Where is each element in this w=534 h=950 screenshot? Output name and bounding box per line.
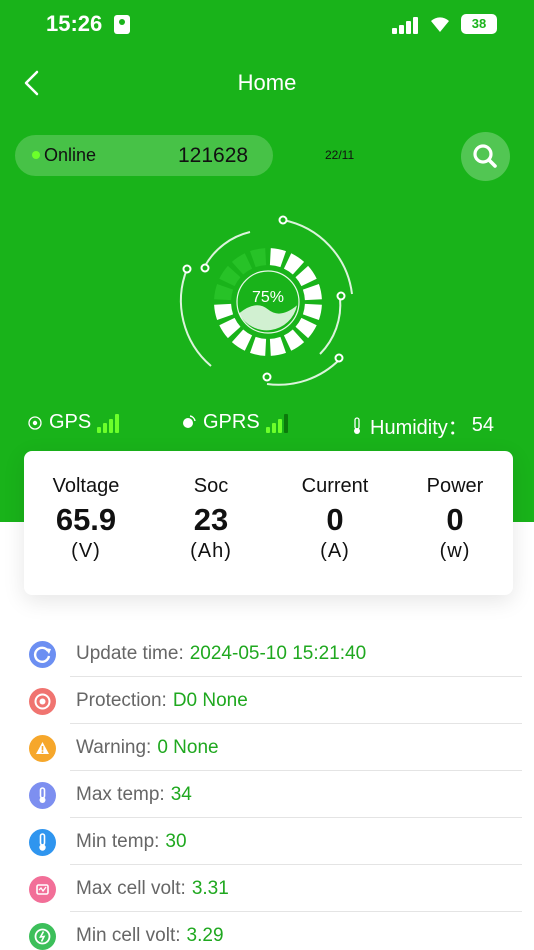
- contact-card-icon: [114, 15, 130, 34]
- gauge-segment: [231, 329, 253, 351]
- status-time: 15:26: [46, 11, 103, 36]
- gauge-segment: [250, 336, 267, 356]
- max-temp-icon: [29, 782, 56, 809]
- gps-label: GPS: [49, 411, 92, 433]
- date-label: 22/11: [325, 148, 355, 162]
- gauge-segment: [302, 303, 322, 320]
- metric-label: Voltage: [52, 475, 120, 497]
- gps-signal-icon: [97, 413, 123, 433]
- info-text: Max cell volt: 3.31: [76, 878, 229, 900]
- metric-soc: Soc 23 (Ah): [151, 475, 271, 563]
- metric-current: Current 0 (A): [275, 475, 395, 563]
- info-text: Protection: D0 None: [76, 690, 248, 712]
- metric-label: Power: [426, 475, 484, 497]
- info-text: Max temp: 34: [76, 784, 192, 806]
- info-text: Min cell volt: 3.29: [76, 925, 224, 947]
- metrics-card: Voltage 65.9 (V) Soc 23 (Ah) Current 0 (…: [24, 451, 513, 595]
- metric-value: 23: [193, 502, 229, 537]
- info-value: D0 None: [172, 690, 248, 711]
- gauge-segment: [295, 265, 317, 287]
- gauge-percent: 75%: [251, 289, 285, 306]
- warning-icon: [29, 735, 56, 762]
- gps-indicator: GPS: [27, 411, 123, 434]
- metric-unit: (V): [71, 540, 101, 562]
- thermometer-icon: [354, 416, 360, 434]
- metric-unit: (A): [320, 540, 350, 562]
- info-row-min-cell-volt: Min cell volt: 3.29: [0, 912, 534, 950]
- metric-value: 0: [326, 502, 344, 537]
- device-id: 121628: [178, 144, 249, 167]
- humidity-indicator: Humidity： 54: [350, 411, 494, 440]
- info-row-update-time: Update time: 2024-05-10 15:21:40: [0, 630, 534, 677]
- info-text: Min temp: 30: [76, 831, 187, 853]
- gprs-indicator: GPRS: [180, 411, 292, 434]
- info-row-min-temp: Min temp: 30: [0, 818, 534, 865]
- gauge-segment: [302, 284, 322, 301]
- info-row-protection: Protection: D0 None: [0, 677, 534, 724]
- gprs-label: GPRS: [203, 411, 260, 433]
- min-temp-icon: [29, 829, 56, 856]
- metric-value: 0: [446, 502, 464, 537]
- protection-icon: [29, 688, 56, 715]
- metric-value: 65.9: [55, 502, 117, 537]
- metric-power: Power 0 (w): [395, 475, 515, 563]
- search-icon: [473, 144, 497, 168]
- gps-icon: [28, 415, 42, 430]
- gauge-segment: [269, 248, 286, 268]
- info-row-max-cell-volt: Max cell volt: 3.31: [0, 865, 534, 912]
- info-label: Min temp:: [76, 831, 160, 852]
- info-label: Min cell volt:: [76, 925, 181, 946]
- info-text: Warning: 0 None: [76, 737, 219, 759]
- info-value: 3.29: [186, 925, 224, 946]
- gauge-segment: [219, 317, 241, 339]
- metric-unit: (Ah): [190, 540, 232, 562]
- search-button[interactable]: [461, 132, 510, 181]
- gauge-segment: [283, 253, 305, 275]
- refresh-icon: [29, 641, 56, 668]
- gauge-segment: [231, 253, 253, 275]
- humidity-label: Humidity：: [370, 417, 468, 439]
- min-cell-icon: [29, 923, 56, 950]
- info-value: 0 None: [157, 737, 219, 758]
- metric-label: Soc: [193, 475, 229, 497]
- indicator-row: GPS GPRS Humidity： 54: [0, 408, 534, 440]
- metric-voltage: Voltage 65.9 (V): [26, 475, 146, 563]
- online-status-dot: [32, 151, 40, 159]
- gauge-segment: [295, 317, 317, 339]
- gauge-segment: [219, 265, 241, 287]
- info-label: Protection:: [76, 690, 167, 711]
- gauge-segment: [214, 303, 234, 320]
- humidity-value: 54: [471, 414, 495, 436]
- battery-indicator: 38: [461, 14, 497, 34]
- gauge-segment: [269, 336, 286, 356]
- online-status-label: Online: [44, 145, 97, 165]
- gauge-segment: [250, 248, 267, 268]
- info-row-max-temp: Max temp: 34: [0, 771, 534, 818]
- status-bar: 15:26 38: [0, 0, 534, 52]
- info-value: 3.31: [191, 878, 229, 899]
- info-label: Max cell volt:: [76, 878, 186, 899]
- gauge-segment: [214, 284, 234, 301]
- info-label: Warning:: [76, 737, 152, 758]
- info-text: Update time: 2024-05-10 15:21:40: [76, 643, 366, 665]
- info-value: 34: [170, 784, 192, 805]
- info-label: Update time:: [76, 643, 184, 664]
- metric-unit: (w): [439, 540, 471, 562]
- info-value: 30: [165, 831, 187, 852]
- page-title: Home: [237, 70, 297, 95]
- wifi-icon: [431, 17, 449, 32]
- cellular-signal-icon: [392, 16, 420, 34]
- info-value: 2024-05-10 15:21:40: [189, 643, 367, 664]
- device-selector[interactable]: Online 121628: [15, 135, 273, 176]
- gprs-signal-icon: [265, 413, 292, 433]
- info-label: Max temp:: [76, 784, 165, 805]
- max-cell-icon: [29, 876, 56, 903]
- metric-label: Current: [301, 475, 369, 497]
- gauge-segment: [283, 329, 305, 351]
- satellite-icon: [183, 415, 196, 428]
- info-row-warning: Warning: 0 None: [0, 724, 534, 771]
